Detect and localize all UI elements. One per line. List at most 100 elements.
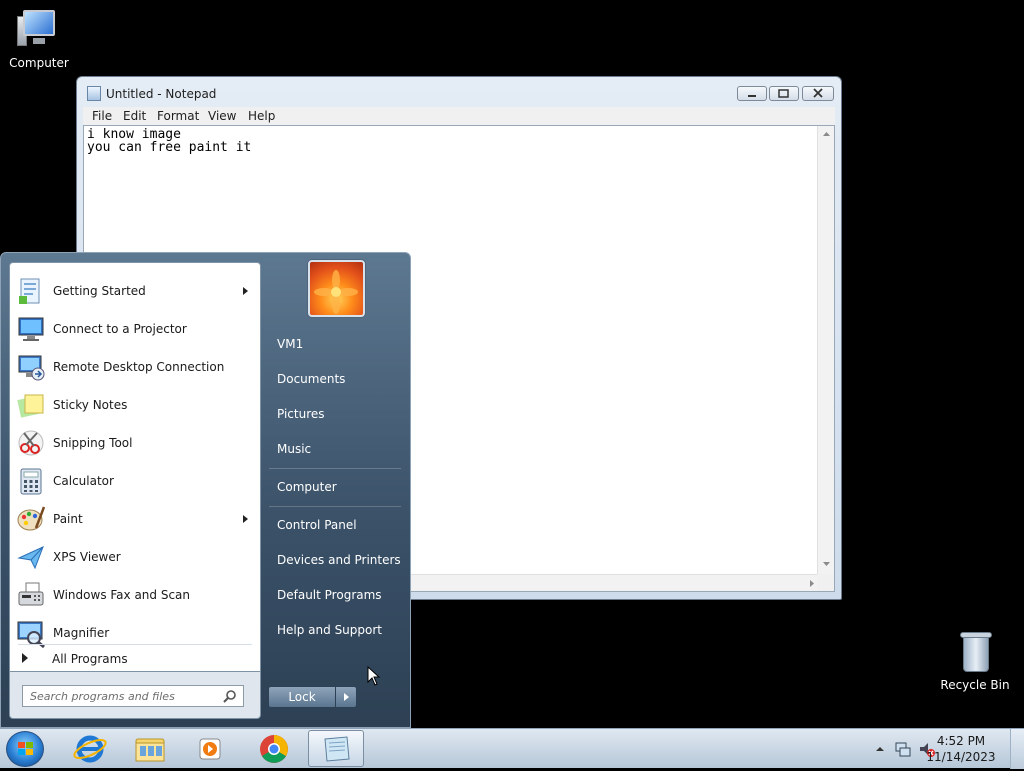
menu-view[interactable]: View — [208, 109, 236, 123]
shutdown-options-button[interactable] — [336, 686, 357, 708]
control-panel-link[interactable]: Control Panel — [269, 509, 405, 541]
taskbar-notepad[interactable] — [308, 730, 364, 767]
maximize-button[interactable] — [769, 86, 799, 101]
sticky-notes-icon — [17, 394, 44, 418]
scroll-arrows-icon — [823, 132, 830, 566]
documents-link[interactable]: Documents — [269, 363, 405, 395]
right-item-label: Devices and Printers — [277, 553, 401, 567]
start-menu: Getting Started Connect to a Projector R… — [0, 252, 411, 728]
all-programs-button[interactable]: All Programs — [12, 648, 258, 670]
right-item-label: Default Programs — [277, 588, 382, 602]
text-line: you can free paint it — [87, 140, 252, 155]
windows-logo-icon — [18, 742, 33, 755]
vertical-scrollbar[interactable] — [817, 126, 834, 574]
close-icon — [813, 88, 823, 98]
program-xps-viewer[interactable]: XPS Viewer — [12, 539, 258, 575]
program-remote-desktop[interactable]: Remote Desktop Connection — [12, 349, 258, 385]
computer-link[interactable]: Computer — [269, 471, 405, 503]
program-paint[interactable]: Paint — [12, 501, 258, 537]
program-connect-projector[interactable]: Connect to a Projector — [12, 311, 258, 347]
program-calculator[interactable]: Calculator — [12, 463, 258, 499]
file-explorer-icon — [135, 738, 165, 762]
close-button[interactable] — [802, 86, 834, 101]
program-fax-scan[interactable]: Windows Fax and Scan — [12, 577, 258, 613]
fax-icon — [18, 582, 44, 606]
getting-started-icon — [19, 278, 40, 304]
menu-edit[interactable]: Edit — [123, 109, 146, 123]
flower-icon — [314, 270, 358, 314]
lock-button[interactable]: Lock — [268, 686, 336, 708]
all-programs-label: All Programs — [52, 652, 128, 666]
scissors-icon — [18, 430, 44, 456]
clock-date[interactable]: 11/14/2023 — [926, 750, 996, 764]
help-support-link[interactable]: Help and Support — [269, 614, 405, 646]
right-item-label: Pictures — [277, 407, 325, 421]
palette-icon — [17, 506, 46, 531]
program-getting-started[interactable]: Getting Started — [12, 273, 258, 309]
default-programs-link[interactable]: Default Programs — [269, 579, 405, 611]
program-sticky-notes[interactable]: Sticky Notes — [12, 387, 258, 423]
remote-desktop-icon — [18, 355, 45, 381]
size-grip — [817, 574, 834, 591]
desktop-icon-recycle-bin[interactable]: Recycle Bin — [937, 630, 1013, 692]
menu-help[interactable]: Help — [248, 109, 275, 123]
user-folder-link[interactable]: VM1 — [269, 328, 405, 360]
network-icon[interactable] — [894, 740, 912, 758]
desktop-icon-computer[interactable]: Computer — [1, 8, 77, 70]
media-player-icon — [199, 738, 221, 760]
start-button[interactable] — [6, 731, 44, 767]
paper-plane-icon — [17, 546, 44, 570]
taskbar-chrome[interactable] — [246, 730, 302, 767]
minimize-icon — [748, 95, 756, 97]
program-label: Calculator — [53, 474, 114, 488]
mouse-cursor-icon — [367, 666, 381, 686]
menu-bar: File Edit Format View Help — [83, 107, 835, 125]
search-box[interactable] — [22, 685, 244, 707]
program-label: Snipping Tool — [53, 436, 133, 450]
program-label: XPS Viewer — [53, 550, 121, 564]
search-area — [9, 672, 261, 719]
separator — [18, 644, 252, 645]
taskbar-internet-explorer[interactable] — [62, 730, 118, 767]
program-label: Remote Desktop Connection — [53, 360, 225, 374]
right-item-label: Control Panel — [277, 518, 357, 532]
search-input[interactable] — [23, 686, 223, 706]
desktop-icon-label: Recycle Bin — [940, 678, 1010, 692]
show-hidden-icons-icon[interactable] — [874, 743, 886, 755]
restore-icon — [778, 89, 789, 98]
submenu-arrow-icon — [243, 515, 248, 523]
minimize-button[interactable] — [737, 86, 767, 101]
music-link[interactable]: Music — [269, 433, 405, 465]
start-menu-programs-pane: Getting Started Connect to a Projector R… — [9, 262, 261, 672]
clock-time[interactable]: 4:52 PM — [926, 734, 996, 748]
right-item-label: Help and Support — [277, 623, 382, 637]
separator — [269, 506, 401, 507]
internet-explorer-icon — [73, 735, 107, 763]
window-title: Untitled - Notepad — [106, 87, 217, 101]
menu-file[interactable]: File — [92, 109, 112, 123]
menu-format[interactable]: Format — [157, 109, 199, 123]
separator — [269, 468, 401, 469]
show-desktop-button[interactable] — [1010, 729, 1024, 769]
notepad-titlebar[interactable]: Untitled - Notepad — [77, 77, 841, 107]
pictures-link[interactable]: Pictures — [269, 398, 405, 430]
program-magnifier[interactable]: Magnifier — [12, 615, 258, 651]
calculator-icon — [20, 468, 42, 495]
right-item-label: Music — [277, 442, 312, 456]
program-snipping-tool[interactable]: Snipping Tool — [12, 425, 258, 461]
search-icon[interactable] — [223, 689, 237, 703]
submenu-arrow-icon — [243, 287, 248, 295]
taskbar-file-explorer[interactable] — [122, 730, 178, 767]
system-tray: 4:52 PM 11/14/2023 — [864, 729, 1024, 769]
right-item-label: Documents — [277, 372, 346, 386]
devices-printers-link[interactable]: Devices and Printers — [269, 544, 405, 576]
taskbar-media-player[interactable] — [182, 730, 238, 767]
program-label: Connect to a Projector — [53, 322, 187, 336]
projector-icon — [18, 317, 44, 341]
program-label: Windows Fax and Scan — [53, 588, 191, 602]
desktop-icon-label: Computer — [9, 56, 69, 70]
notepad-icon — [324, 736, 350, 762]
desktop: Computer Recycle Bin Untitled - Notepad … — [0, 0, 1024, 769]
program-label: Sticky Notes — [53, 398, 128, 412]
user-picture[interactable] — [308, 260, 365, 317]
